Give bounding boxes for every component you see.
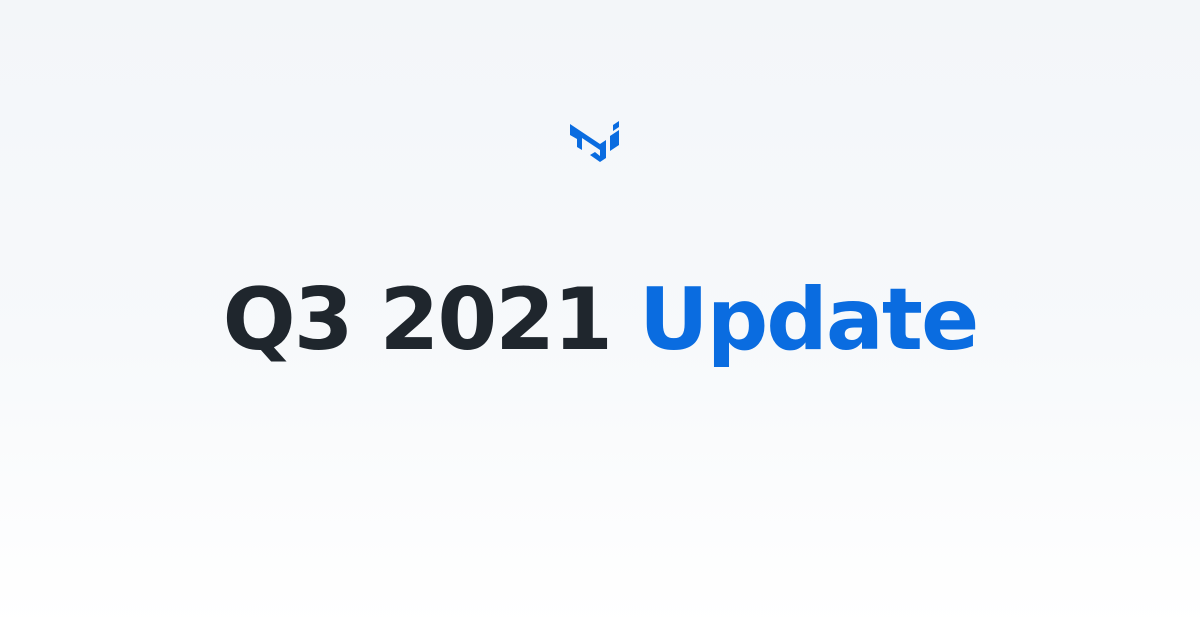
- social-card: { "colors": { "text_dark": "#1f262d", "a…: [0, 0, 1200, 628]
- headline-accent: Update: [638, 270, 979, 370]
- headline: Q3 2021 Update: [0, 268, 1200, 372]
- headline-primary: Q3 2021: [222, 270, 613, 370]
- mui-logo-icon: [570, 121, 630, 163]
